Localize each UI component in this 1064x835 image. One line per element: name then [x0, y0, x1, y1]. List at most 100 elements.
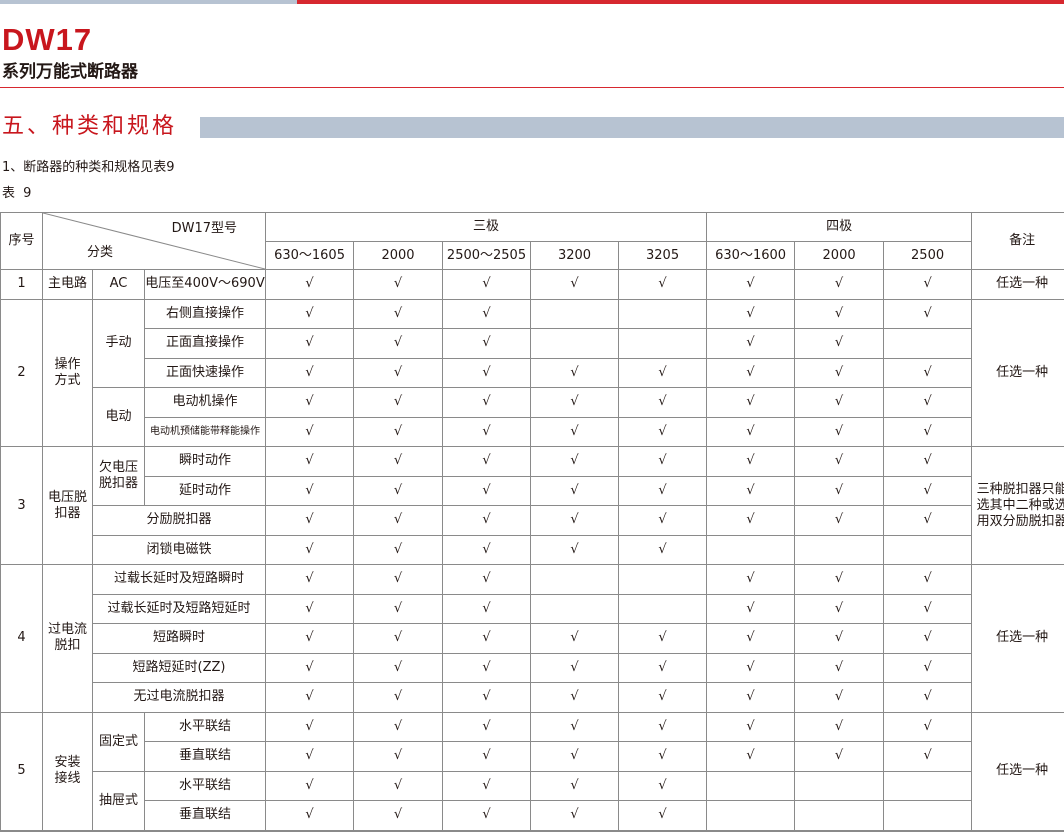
- row-category: 安装接线: [42, 711, 93, 831]
- row-item: 电动机操作: [143, 387, 267, 418]
- table-row: 闭锁电磁铁 √ √ √ √ √: [1, 534, 1064, 565]
- check-cell: [618, 298, 708, 329]
- check-mark: √: [530, 652, 620, 683]
- check-mark: √: [353, 416, 444, 447]
- check-mark: √: [794, 475, 885, 506]
- check-mark: √: [530, 534, 620, 565]
- check-mark: √: [353, 475, 444, 506]
- row-seq: 5: [0, 711, 43, 831]
- product-model-title: DW17: [2, 22, 93, 57]
- check-cell: [706, 770, 796, 801]
- check-mark: √: [706, 298, 796, 329]
- check-mark: √: [265, 475, 355, 506]
- check-mark: √: [883, 269, 973, 300]
- check-mark: √: [265, 564, 355, 595]
- table-row: 无过电流脱扣器 √ √ √ √ √ √ √ √: [1, 682, 1064, 713]
- row-subcategory: 抽屉式: [92, 770, 145, 831]
- row-remark: 任选一种: [971, 711, 1064, 831]
- check-mark: √: [265, 446, 355, 477]
- check-mark: √: [706, 682, 796, 713]
- check-mark: √: [618, 770, 708, 801]
- table-row: 1 主电路 AC 电压至400V～690V √ √ √ √ √ √ √ √ 任选一种: [0, 269, 1064, 300]
- check-mark: √: [442, 564, 532, 595]
- size-four-3: 2500: [883, 241, 973, 270]
- product-series-subtitle: 系列万能式断路器: [2, 62, 138, 82]
- row-remark: 任选一种: [971, 298, 1064, 447]
- table-row: 2 操作方式 手动 右侧直接操作 √ √ √ √ √ √ 任选一种: [0, 298, 1064, 447]
- check-mark: √: [618, 387, 708, 418]
- check-mark: √: [265, 741, 355, 772]
- top-accent-bar-gray: [0, 0, 297, 4]
- check-mark: √: [530, 800, 620, 831]
- check-mark: √: [883, 387, 973, 418]
- check-mark: √: [883, 682, 973, 713]
- check-mark: √: [530, 387, 620, 418]
- check-mark: √: [618, 357, 708, 388]
- size-three-5: 3205: [618, 241, 708, 270]
- size-four-1: 630～1600: [706, 241, 796, 270]
- check-mark: √: [794, 357, 885, 388]
- check-mark: √: [442, 711, 532, 742]
- check-cell: [530, 564, 620, 595]
- check-mark: √: [794, 711, 885, 742]
- check-mark: √: [794, 269, 885, 300]
- check-mark: √: [442, 298, 532, 329]
- check-cell: [618, 593, 708, 624]
- check-cell: [794, 770, 885, 801]
- check-mark: √: [442, 741, 532, 772]
- row-item: 过载长延时及短路短延时: [91, 593, 267, 624]
- table-row: 短路短延时(ZZ) √ √ √ √ √ √ √ √: [1, 652, 1064, 683]
- check-mark: √: [530, 770, 620, 801]
- check-mark: √: [883, 593, 973, 624]
- check-mark: √: [706, 505, 796, 536]
- check-cell: [794, 800, 885, 831]
- check-mark: √: [442, 475, 532, 506]
- check-mark: √: [883, 357, 973, 388]
- check-mark: √: [706, 741, 796, 772]
- table-row: 5 安装接线 固定式 水平联结 √ √ √ √ √ √ √ √ 任选一种: [0, 711, 1064, 831]
- row-item: 闭锁电磁铁: [91, 534, 267, 565]
- row-category: 操作方式: [42, 298, 93, 447]
- check-mark: √: [618, 505, 708, 536]
- table-caption: 表 9: [2, 186, 34, 201]
- check-mark: √: [883, 298, 973, 329]
- row-subcategory: 电动: [92, 387, 145, 447]
- row-seq: 3: [0, 446, 43, 565]
- header-four-pole: 四极: [706, 212, 973, 242]
- check-mark: √: [265, 357, 355, 388]
- check-cell: [883, 328, 973, 359]
- check-mark: √: [353, 357, 444, 388]
- table-row: 电动 电动机操作 √ √ √ √ √ √ √ √: [1, 387, 1064, 447]
- check-mark: √: [530, 357, 620, 388]
- check-cell: [883, 800, 973, 831]
- check-mark: √: [353, 711, 444, 742]
- check-mark: √: [353, 741, 444, 772]
- check-mark: √: [794, 652, 885, 683]
- check-mark: √: [530, 446, 620, 477]
- check-mark: √: [883, 741, 973, 772]
- check-mark: √: [265, 269, 355, 300]
- check-cell: [794, 534, 885, 565]
- table-row: 正面快速操作 √ √ √ √ √ √ √ √: [1, 357, 1064, 388]
- header-seq: 序号: [0, 212, 43, 270]
- table-bottom-border: [0, 831, 1064, 832]
- check-mark: √: [883, 623, 973, 654]
- check-mark: √: [353, 505, 444, 536]
- check-mark: √: [353, 387, 444, 418]
- check-mark: √: [530, 505, 620, 536]
- check-mark: √: [530, 416, 620, 447]
- row-category: 主电路: [42, 269, 93, 300]
- header-model: DW17型号: [171, 221, 238, 236]
- row-item: 水平联结: [143, 711, 267, 742]
- check-mark: √: [618, 741, 708, 772]
- check-mark: √: [265, 593, 355, 624]
- check-mark: √: [353, 564, 444, 595]
- check-mark: √: [353, 534, 444, 565]
- check-mark: √: [883, 446, 973, 477]
- header-remark: 备注: [971, 212, 1064, 270]
- row-item: 垂直联结: [143, 741, 267, 772]
- size-three-2: 2000: [353, 241, 444, 270]
- check-cell: [883, 770, 973, 801]
- check-mark: √: [883, 564, 973, 595]
- check-cell: [706, 800, 796, 831]
